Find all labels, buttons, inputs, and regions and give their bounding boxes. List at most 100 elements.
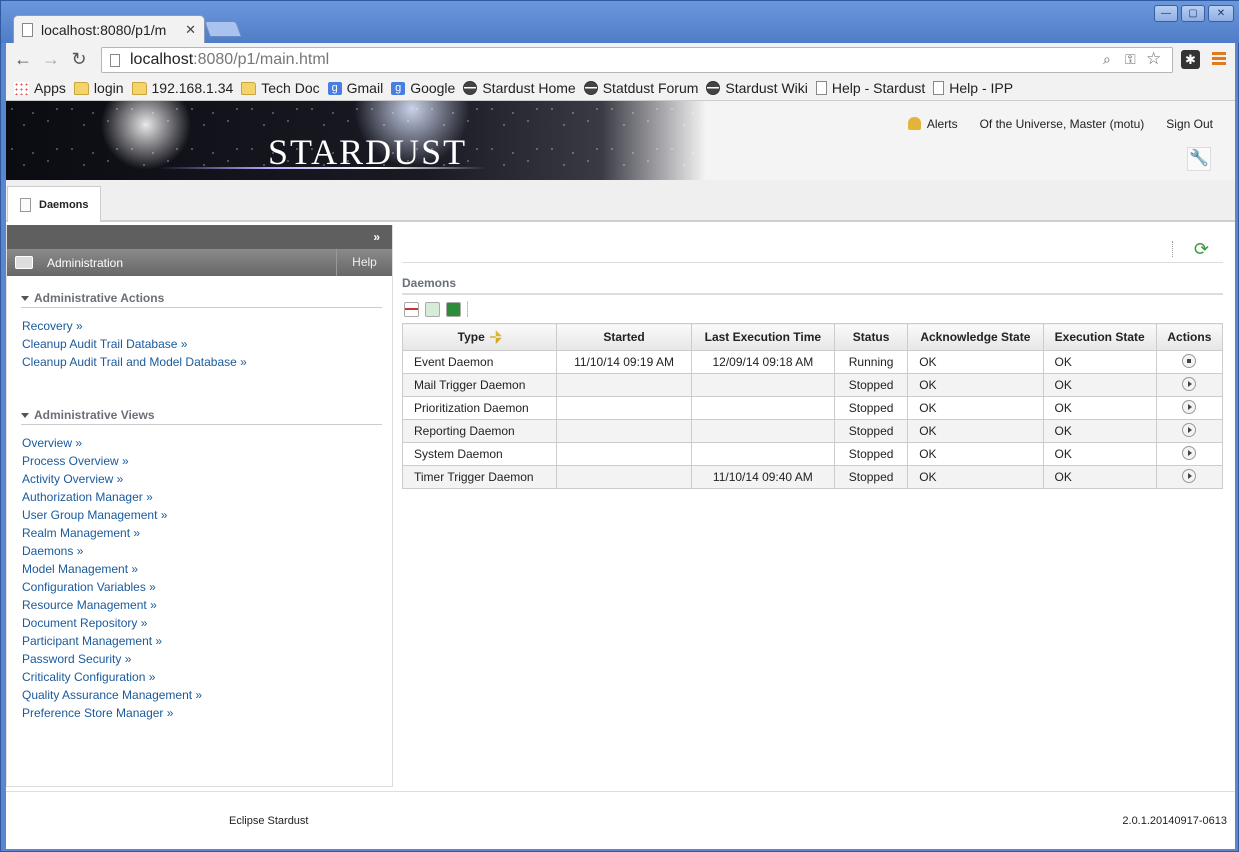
sidebar-collapse-button[interactable]: » — [7, 225, 392, 249]
sidebar-link[interactable]: Participant Management » — [22, 632, 392, 650]
forward-icon[interactable]: → — [40, 49, 62, 70]
help-button[interactable]: Help — [336, 249, 392, 276]
sign-out-link[interactable]: Sign Out — [1166, 117, 1213, 131]
new-tab-button[interactable] — [204, 21, 242, 37]
select-columns-icon[interactable] — [404, 301, 419, 317]
extension-icon[interactable]: ✱ — [1181, 50, 1200, 69]
maximize-button[interactable]: ▢ — [1181, 5, 1205, 22]
cell-status: Stopped — [834, 465, 909, 489]
menu-icon[interactable] — [1212, 52, 1226, 67]
star-icon[interactable]: ☆ — [1146, 49, 1161, 69]
sidebar-link[interactable]: Activity Overview » — [22, 470, 392, 488]
column-header[interactable]: Execution State — [1042, 323, 1157, 351]
sidebar-link[interactable]: Overview » — [22, 434, 392, 452]
page-icon — [933, 81, 945, 95]
sidebar-link[interactable]: Cleanup Audit Trail and Model Database » — [22, 353, 392, 371]
section-header-views[interactable]: Administrative Views — [21, 408, 382, 425]
bookmark-item[interactable]: g Gmail — [327, 80, 383, 96]
sidebar-link[interactable]: Process Overview » — [22, 452, 392, 470]
column-header[interactable]: Last Execution Time — [690, 323, 836, 351]
version: 2.0.1.20140917-0613 — [1122, 815, 1227, 827]
browser-tab[interactable]: localhost:8080/p1/m ✕ — [13, 15, 205, 43]
start-icon[interactable] — [1182, 445, 1197, 460]
zoom-icon[interactable]: ⌕ — [1103, 51, 1111, 68]
cell-started — [556, 442, 692, 466]
bookmark-item[interactable]: Stardust Wiki — [706, 80, 808, 96]
column-header[interactable]: Started — [556, 323, 692, 351]
sidebar-link[interactable]: Quality Assurance Management » — [22, 686, 392, 704]
sort-icon[interactable] — [489, 330, 502, 344]
bookmark-label: login — [93, 80, 124, 96]
tab-daemons[interactable]: Daemons — [7, 186, 101, 222]
sidebar-link[interactable]: User Group Management » — [22, 506, 392, 524]
table-row: Event Daemon 11/10/14 09:19 AM 12/09/14 09… — [401, 350, 1224, 374]
export-csv-icon[interactable] — [425, 301, 440, 317]
export-excel-icon[interactable] — [446, 301, 461, 317]
reload-icon[interactable]: ↻ — [68, 49, 90, 70]
stardust-icon — [706, 81, 721, 95]
address-bar[interactable]: localhost:8080/p1/main.html ⌕ ⚿ ☆ — [101, 47, 1173, 73]
sidebar-link[interactable]: Criticality Configuration » — [22, 668, 392, 686]
bookmark-item[interactable]: Statdust Forum — [583, 80, 698, 96]
start-icon[interactable] — [1182, 376, 1197, 391]
stop-icon[interactable] — [1182, 353, 1197, 368]
sidebar-link[interactable]: Model Management » — [22, 560, 392, 578]
refresh-icon[interactable]: ⟳ — [1194, 239, 1209, 260]
sidebar-link[interactable]: Authorization Manager » — [22, 488, 392, 506]
alerts-link[interactable]: Alerts — [907, 117, 958, 131]
logo: STARDUST — [157, 132, 488, 172]
user-name[interactable]: Of the Universe, Master (motu) — [980, 117, 1145, 131]
close-tab-icon[interactable]: ✕ — [185, 22, 196, 38]
bookmark-item[interactable]: 192.168.1.34 — [131, 80, 233, 96]
cell-type: Event Daemon — [401, 350, 558, 374]
bookmark-item[interactable]: Help - Stardust — [815, 80, 925, 96]
perspective-tabbar: Daemons — [6, 180, 1235, 222]
start-icon[interactable] — [1182, 422, 1197, 437]
cell-started: 11/10/14 09:19 AM — [556, 350, 692, 374]
wrench-icon[interactable]: 🔧 — [1187, 147, 1211, 171]
sidebar-link[interactable]: Configuration Variables » — [22, 578, 392, 596]
cell-started — [556, 373, 692, 397]
cell-started — [556, 465, 692, 489]
sidebar-link[interactable]: Cleanup Audit Trail Database » — [22, 335, 392, 353]
bookmark-label: Tech Doc — [261, 80, 320, 96]
start-icon[interactable] — [1182, 468, 1197, 483]
sidebar-link[interactable]: Realm Management » — [22, 524, 392, 542]
panel-title: Daemons — [402, 276, 457, 290]
view-icon[interactable] — [15, 256, 33, 269]
minimize-button[interactable]: — — [1154, 5, 1178, 22]
sidebar-link[interactable]: Password Security » — [22, 650, 392, 668]
cell-exec: OK — [1042, 442, 1157, 466]
cell-last — [690, 419, 836, 443]
bookmark-item[interactable]: Stardust Home — [463, 80, 576, 96]
browser-window: localhost:8080/p1/m ✕ — ▢ ✕ ← → ↻ localh… — [0, 0, 1239, 852]
collapse-triangle-icon — [21, 295, 29, 301]
table-row: Timer Trigger Daemon 11/10/14 09:40 AM Sto… — [401, 465, 1224, 489]
sidebar-link[interactable]: Preference Store Manager » — [22, 704, 392, 722]
start-icon[interactable] — [1182, 399, 1197, 414]
bookmark-item[interactable]: Apps — [14, 80, 66, 96]
bookmark-item[interactable]: Help - IPP — [933, 80, 1013, 96]
back-icon[interactable]: ← — [12, 49, 34, 70]
column-header[interactable]: Status — [834, 323, 909, 351]
cell-status: Running — [834, 350, 909, 374]
section-header-actions[interactable]: Administrative Actions — [21, 291, 382, 308]
cell-last — [690, 396, 836, 420]
column-header[interactable]: Acknowledge State — [907, 323, 1044, 351]
bookmark-item[interactable]: g Google — [391, 80, 455, 96]
bookmark-item[interactable]: Tech Doc — [241, 80, 320, 96]
sidebar-link[interactable]: Document Repository » — [22, 614, 392, 632]
bookmarks-bar: Apps login 192.168.1.34 Tech Doc g Gmail g Goog… — [6, 76, 1235, 101]
bookmark-label: Google — [410, 80, 456, 96]
column-header[interactable]: Actions — [1155, 323, 1224, 351]
bookmark-label: Apps — [34, 80, 66, 96]
sidebar-link[interactable]: Recovery » — [22, 317, 392, 335]
column-header[interactable]: Type — [401, 323, 558, 351]
close-window-button[interactable]: ✕ — [1208, 5, 1234, 22]
key-icon[interactable]: ⚿ — [1125, 51, 1136, 68]
bookmark-item[interactable]: login — [73, 80, 124, 96]
sidebar-link[interactable]: Resource Management » — [22, 596, 392, 614]
sidebar-link[interactable]: Daemons » — [22, 542, 392, 560]
bell-icon — [907, 117, 921, 130]
cell-type: Reporting Daemon — [401, 419, 558, 443]
